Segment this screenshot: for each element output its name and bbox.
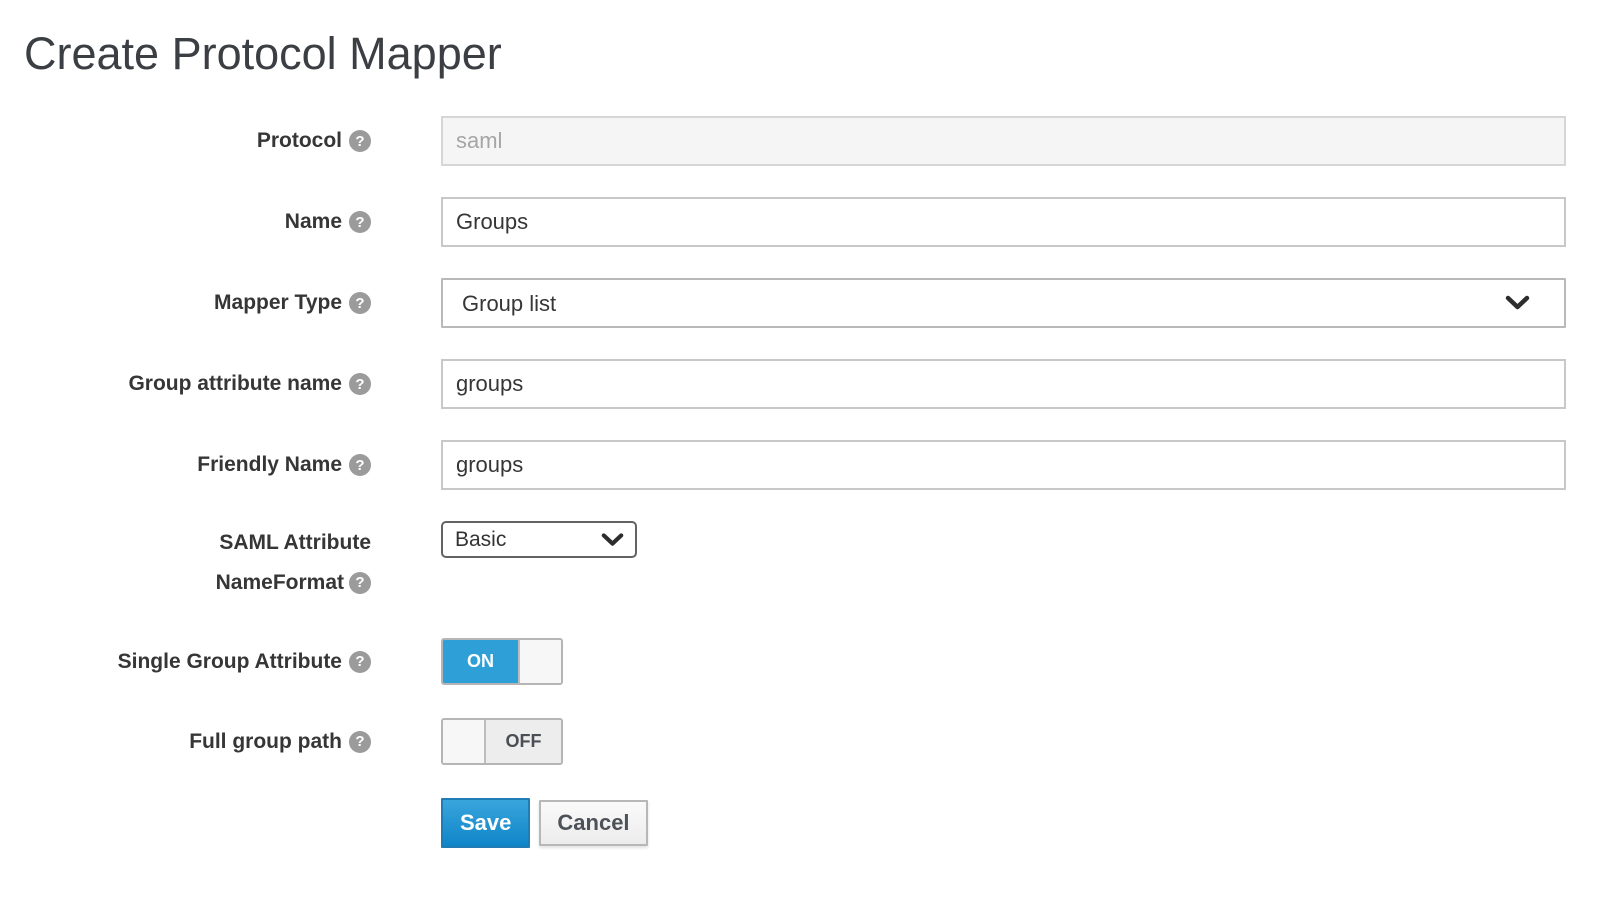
friendly-name-label: Friendly Name xyxy=(197,453,342,477)
group-attribute-name-input[interactable] xyxy=(441,359,1566,409)
help-icon[interactable]: ? xyxy=(349,373,371,395)
group-attribute-name-label: Group attribute name xyxy=(128,372,342,396)
saml-nameformat-label-line2: NameFormat xyxy=(216,571,344,594)
create-protocol-mapper-page: Create Protocol Mapper Protocol ? Name ?… xyxy=(0,0,1600,848)
protocol-label-col: Protocol ? xyxy=(24,116,371,166)
full-group-path-label: Full group path xyxy=(189,730,342,754)
saml-nameformat-label-col: SAML Attribute NameFormat? xyxy=(24,521,371,605)
full-group-path-label-col: Full group path ? xyxy=(24,718,371,765)
saml-nameformat-select[interactable]: Basic xyxy=(441,521,637,558)
form-row-single-group-attribute: Single Group Attribute ? ON xyxy=(24,638,1600,685)
full-group-path-toggle[interactable]: OFF xyxy=(441,718,563,765)
toggle-on-label: ON xyxy=(443,640,518,683)
form-row-mapper-type: Mapper Type ? Group list xyxy=(24,278,1600,328)
friendly-name-control xyxy=(441,440,1566,490)
single-group-attribute-label-col: Single Group Attribute ? xyxy=(24,638,371,685)
saml-nameformat-label-line1: SAML Attribute xyxy=(216,523,371,563)
toggle-handle xyxy=(443,720,486,763)
single-group-attribute-toggle[interactable]: ON xyxy=(441,638,563,685)
toggle-handle xyxy=(518,640,561,683)
name-input[interactable] xyxy=(441,197,1566,247)
help-icon[interactable]: ? xyxy=(349,651,371,673)
help-icon[interactable]: ? xyxy=(349,572,371,594)
form-row-saml-attribute-nameformat: SAML Attribute NameFormat? Basic xyxy=(24,521,1600,605)
help-icon[interactable]: ? xyxy=(349,731,371,753)
mapper-type-label: Mapper Type xyxy=(214,291,342,315)
form-actions: Save Cancel xyxy=(441,798,1600,848)
help-icon[interactable]: ? xyxy=(349,454,371,476)
mapper-type-select[interactable]: Group list xyxy=(441,278,1566,328)
mapper-type-select-wrap: Group list xyxy=(441,278,1566,328)
mapper-type-control: Group list xyxy=(441,278,1566,328)
protocol-control xyxy=(441,116,1566,166)
help-icon[interactable]: ? xyxy=(349,130,371,152)
form-row-group-attribute-name: Group attribute name ? xyxy=(24,359,1600,409)
group-attribute-name-control xyxy=(441,359,1566,409)
single-group-attribute-label: Single Group Attribute xyxy=(118,650,342,674)
mapper-type-label-col: Mapper Type ? xyxy=(24,278,371,328)
saml-nameformat-control: Basic xyxy=(441,521,1566,605)
friendly-name-label-col: Friendly Name ? xyxy=(24,440,371,490)
help-icon[interactable]: ? xyxy=(349,211,371,233)
protocol-label: Protocol xyxy=(257,129,342,153)
name-control xyxy=(441,197,1566,247)
page-title: Create Protocol Mapper xyxy=(24,28,1600,80)
form-row-full-group-path: Full group path ? OFF xyxy=(24,718,1600,765)
form-row-friendly-name: Friendly Name ? xyxy=(24,440,1600,490)
full-group-path-control: OFF xyxy=(441,718,1566,765)
form-row-protocol: Protocol ? xyxy=(24,116,1600,166)
saml-nameformat-select-wrap: Basic xyxy=(441,521,637,558)
name-label: Name xyxy=(285,210,342,234)
help-icon[interactable]: ? xyxy=(349,292,371,314)
toggle-off-label: OFF xyxy=(486,720,561,763)
single-group-attribute-control: ON xyxy=(441,638,1566,685)
save-button[interactable]: Save xyxy=(441,798,530,848)
name-label-col: Name ? xyxy=(24,197,371,247)
group-attribute-name-label-col: Group attribute name ? xyxy=(24,359,371,409)
form-row-name: Name ? xyxy=(24,197,1600,247)
protocol-input xyxy=(441,116,1566,166)
friendly-name-input[interactable] xyxy=(441,440,1566,490)
saml-nameformat-label: SAML Attribute NameFormat? xyxy=(216,521,371,605)
cancel-button[interactable]: Cancel xyxy=(539,800,647,846)
